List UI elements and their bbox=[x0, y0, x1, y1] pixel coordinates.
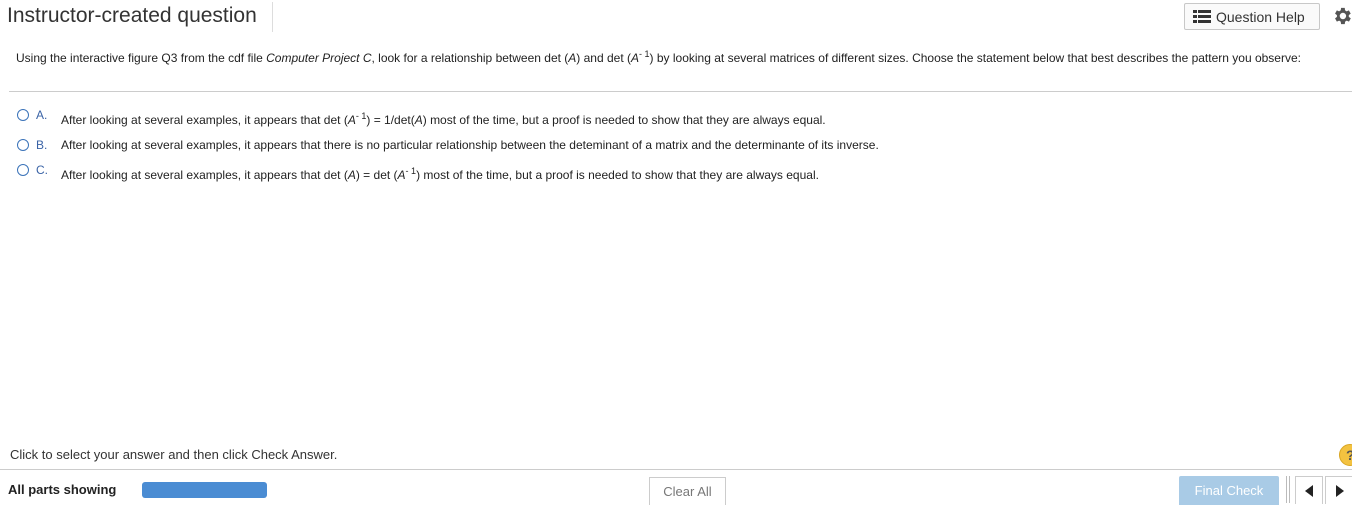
clear-all-button[interactable]: Clear All bbox=[649, 477, 726, 505]
question-help-label: Question Help bbox=[1216, 8, 1305, 25]
triangle-left-icon bbox=[1305, 485, 1313, 497]
page-title: Instructor-created question bbox=[7, 4, 257, 27]
next-button[interactable] bbox=[1325, 476, 1352, 504]
question-help-button[interactable]: Question Help bbox=[1184, 3, 1320, 30]
final-check-button[interactable]: Final Check bbox=[1179, 476, 1279, 505]
question-divider bbox=[9, 91, 1352, 92]
previous-button[interactable] bbox=[1295, 476, 1323, 504]
question-prompt: Using the interactive figure Q3 from the… bbox=[16, 49, 1301, 66]
triangle-right-icon bbox=[1336, 485, 1344, 497]
radio-button[interactable] bbox=[17, 109, 29, 121]
nav-separator bbox=[1286, 476, 1287, 503]
list-icon bbox=[1193, 9, 1211, 24]
option-text: After looking at several examples, it ap… bbox=[61, 166, 819, 183]
progress-bar bbox=[142, 482, 267, 498]
title-divider bbox=[272, 2, 273, 32]
nav-separator bbox=[1289, 476, 1290, 503]
option-text: After looking at several examples, it ap… bbox=[61, 138, 879, 152]
radio-button[interactable] bbox=[17, 164, 29, 176]
footer-divider bbox=[0, 469, 1352, 470]
instruction-text: Click to select your answer and then cli… bbox=[10, 447, 338, 462]
option-letter: B. bbox=[36, 138, 48, 152]
answer-option-c[interactable]: C. After looking at several examples, it… bbox=[17, 163, 1017, 184]
parts-showing-label: All parts showing bbox=[8, 482, 117, 497]
option-letter: A. bbox=[36, 108, 48, 122]
header: Instructor-created question Question Hel… bbox=[0, 0, 1352, 34]
answer-option-b[interactable]: B. After looking at several examples, it… bbox=[17, 138, 1017, 159]
option-letter: C. bbox=[36, 163, 48, 177]
radio-button[interactable] bbox=[17, 139, 29, 151]
option-text: After looking at several examples, it ap… bbox=[61, 111, 826, 128]
gear-icon[interactable] bbox=[1331, 5, 1352, 27]
help-icon[interactable]: ? bbox=[1339, 444, 1352, 466]
answer-option-a[interactable]: A. After looking at several examples, it… bbox=[17, 108, 1017, 129]
